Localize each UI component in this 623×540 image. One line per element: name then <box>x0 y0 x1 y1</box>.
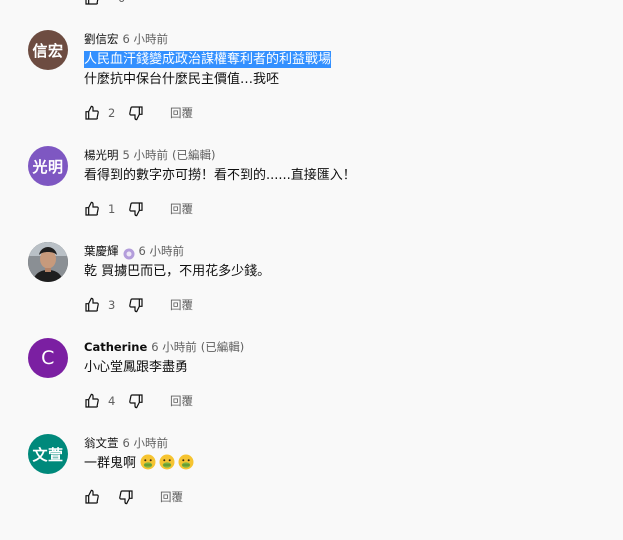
comment-author[interactable]: Catherine <box>84 340 147 354</box>
comment-text: 乾 買擄巴而已，不用花多少錢。 <box>84 264 271 279</box>
like-icon[interactable] <box>84 489 100 505</box>
reply-button[interactable]: 回覆 <box>170 393 193 409</box>
dislike-icon[interactable] <box>128 201 144 217</box>
avatar[interactable]: 文萱 <box>28 434 68 474</box>
like-count: 0 <box>118 0 132 5</box>
comment-text: 看得到的數字亦可撈！看不到的......直接匯入！ <box>84 168 356 183</box>
comment-author[interactable]: 劉信宏 <box>84 31 119 47</box>
profile-photo-icon <box>28 242 68 282</box>
comment-author[interactable]: 楊光明 <box>84 147 119 163</box>
like-count: 1 <box>108 202 116 216</box>
comment-text: 人民血汗錢變成政治謀權奪利者的利益戰場 什麼抗中保台什麼民主價值…我呸 <box>84 51 332 87</box>
avatar[interactable]: 光明 <box>28 146 68 186</box>
comment-time[interactable]: 6 小時前 <box>123 31 168 47</box>
edited-label: (已編輯) <box>200 340 245 354</box>
comment-text: 小心堂鳳跟李盡勇 <box>84 360 189 375</box>
avatar[interactable]: 信宏 <box>28 30 68 70</box>
comment-actions: 回覆 <box>84 487 183 507</box>
previous-comment-actions: 0 <box>84 0 132 5</box>
like-count: 2 <box>108 106 116 120</box>
nauseated-face-icon <box>178 454 194 470</box>
reply-button[interactable]: 回覆 <box>170 105 193 121</box>
comment-author[interactable]: 葉慶輝 <box>84 243 119 259</box>
reply-button[interactable]: 回覆 <box>170 297 193 313</box>
edited-label: (已編輯) <box>171 148 216 162</box>
like-icon[interactable] <box>84 201 100 217</box>
avatar[interactable] <box>28 242 68 282</box>
like-icon[interactable] <box>84 393 100 409</box>
dislike-icon[interactable] <box>128 393 144 409</box>
comment-actions: 3 回覆 <box>84 295 193 315</box>
comment-time[interactable]: 6 小時前 <box>139 243 184 259</box>
dislike-icon[interactable] <box>118 489 134 505</box>
reply-button[interactable]: 回覆 <box>160 489 183 505</box>
nauseated-face-icon <box>159 454 175 470</box>
comment-actions: 4 回覆 <box>84 391 193 411</box>
comment-actions: 1 回覆 <box>84 199 193 219</box>
comment-time[interactable]: 5 小時前 <box>123 147 168 163</box>
dislike-icon[interactable] <box>128 105 144 121</box>
avatar[interactable]: C <box>28 338 68 378</box>
like-icon[interactable] <box>84 105 100 121</box>
selected-text: 人民血汗錢變成政治謀權奪利者的利益戰場 <box>84 51 332 68</box>
comments-section: 0 信宏 劉信宏 6 小時前 人民血汗錢變成政治謀權奪利者的利益戰場 什麼抗中保… <box>0 0 623 540</box>
comment-time[interactable]: 6 小時前 <box>151 339 196 355</box>
member-badge-icon <box>123 245 135 260</box>
like-count: 3 <box>108 298 116 312</box>
like-icon[interactable] <box>84 297 100 313</box>
nauseated-face-icon <box>140 454 156 470</box>
comment-author[interactable]: 翁文萱 <box>84 435 119 451</box>
like-count: 4 <box>108 394 116 408</box>
dislike-icon[interactable] <box>128 297 144 313</box>
comment-text: 一群鬼啊 <box>84 454 604 474</box>
comment-time[interactable]: 6 小時前 <box>123 435 168 451</box>
comment-actions: 2 回覆 <box>84 103 193 123</box>
like-icon[interactable] <box>84 0 100 6</box>
reply-button[interactable]: 回覆 <box>170 201 193 217</box>
